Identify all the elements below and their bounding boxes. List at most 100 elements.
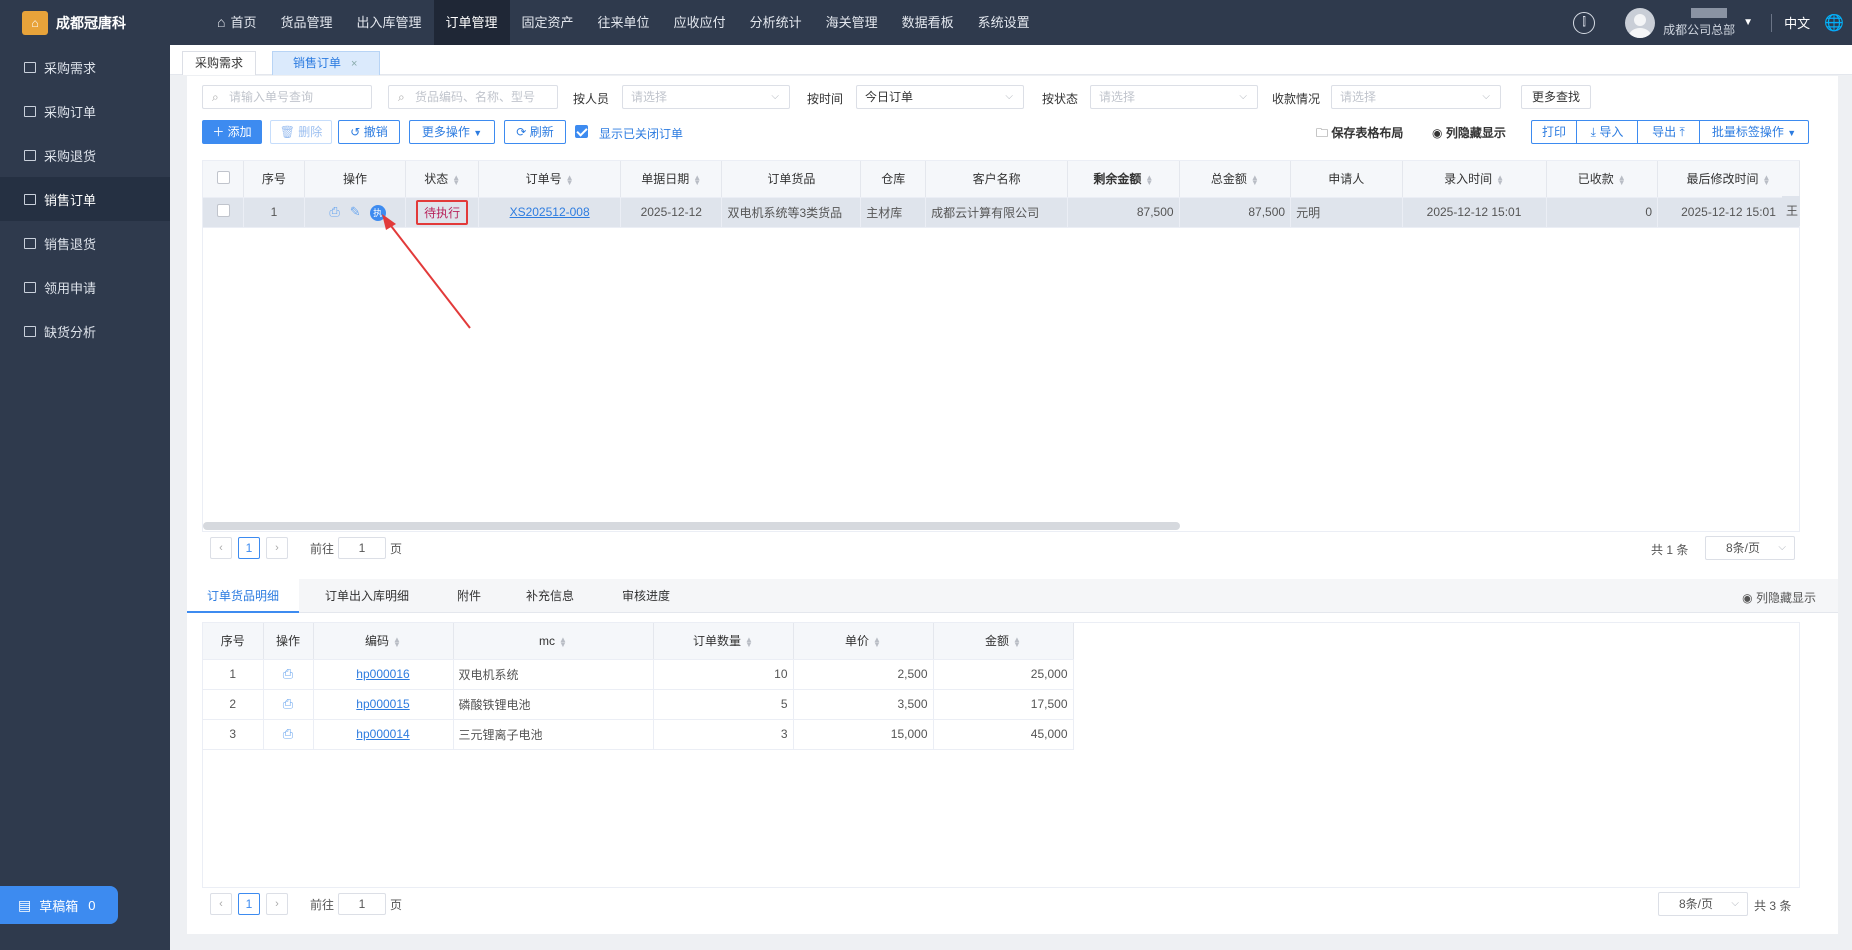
print-button[interactable]: 打印 [1531, 120, 1577, 144]
status-select[interactable]: 请选择 ⌵ [1090, 85, 1258, 109]
orders-page-size-select[interactable]: 8条/页 ⌵ [1705, 536, 1795, 560]
sidebar-item-shortage[interactable]: 缺货分析 [0, 309, 170, 353]
export-button[interactable]: 导出 ⤒ [1637, 120, 1700, 144]
caret-down-icon[interactable]: ▼ [1743, 17, 1753, 28]
nav-item-assets[interactable]: 固定资产 [510, 0, 586, 45]
col-header-entered[interactable]: 录入时间 ▲ ▼ [1402, 161, 1547, 198]
select-all-checkbox[interactable] [216, 170, 230, 184]
nav-item-analysis[interactable]: 分析统计 [738, 0, 814, 45]
nav-item-customs[interactable]: 海关管理 [814, 0, 890, 45]
col-header-mc[interactable]: mc ▲ ▼ [453, 623, 654, 660]
refresh-button[interactable]: ⟳ 刷新 [504, 120, 566, 144]
col-header-total[interactable]: 总金额 ▲ ▼ [1179, 161, 1292, 198]
batch-label-button[interactable]: 批量标签操作 ▼ [1699, 120, 1809, 144]
column-toggle-button[interactable]: ◉ 列隐藏显示 [1432, 124, 1506, 141]
more-ops-button[interactable]: 更多操作 ▼ [409, 120, 495, 144]
table-row[interactable]: 3 ⎙ hp000014 三元锂离子电池 3 15,000 45,000 [203, 719, 1074, 750]
payment-select[interactable]: 请选择 ⌵ [1331, 85, 1501, 109]
col-header-code[interactable]: 编码 ▲ ▼ [313, 623, 454, 660]
split-icon[interactable]: ⫿ [1573, 11, 1596, 34]
tab-attachments[interactable]: 附件 [437, 579, 501, 613]
goto-page-input[interactable]: 1 [338, 893, 387, 915]
applicant-cell: 元明 [1290, 197, 1403, 228]
col-header-remaining[interactable]: 剩余金额 ▲ ▼ [1067, 161, 1180, 198]
nav-item-inout[interactable]: 出入库管理 [345, 0, 434, 45]
tab-review-progress[interactable]: 审核进度 [602, 579, 690, 613]
edit-icon[interactable]: ✎ [350, 204, 361, 220]
detail-column-toggle[interactable]: ◉ 列隐藏显示 [1742, 589, 1816, 606]
language-switch[interactable]: 中文 [1784, 13, 1810, 32]
tab-extra-info[interactable]: 补充信息 [506, 579, 594, 613]
sidebar-item-sales-order[interactable]: 销售订单 [0, 177, 170, 221]
nav-item-settings[interactable]: 系统设置 [966, 0, 1042, 45]
nav-item-dashboard[interactable]: 数据看板 [890, 0, 966, 45]
nav-item-home[interactable]: ⌂ 首页 [205, 0, 268, 45]
table-row[interactable]: 2 ⎙ hp000015 磷酸铁锂电池 5 3,500 17,500 [203, 689, 1074, 720]
sidebar-item-purchase-order[interactable]: 采购订单 [0, 89, 170, 133]
prev-page-button[interactable]: ‹ [210, 537, 232, 559]
nav-item-goods[interactable]: 货品管理 [268, 0, 344, 45]
order-no-search-input[interactable]: ⌕ 请输入单号查询 [202, 85, 372, 109]
sidebar-item-requisition[interactable]: 领用申请 [0, 265, 170, 309]
sidebar-item-purchase-return[interactable]: 采购退货 [0, 133, 170, 177]
col-header-modified[interactable]: 最后修改时间 ▲ ▼ [1657, 161, 1800, 198]
tab-order-goods[interactable]: 订单货品明细 [187, 579, 300, 613]
goods-search-input[interactable]: ⌕ 货品编码、名称、型号 [388, 85, 558, 109]
show-closed-checkbox[interactable] [575, 125, 588, 138]
col-header-received[interactable]: 已收款 ▲ ▼ [1546, 161, 1658, 198]
actions-cell: ⎙ [263, 689, 314, 720]
globe-icon[interactable]: 🌐 [1824, 13, 1844, 33]
delete-button[interactable]: 🗑 删除 [270, 120, 332, 144]
goods-code-link[interactable]: hp000015 [356, 697, 409, 711]
order-no-link[interactable]: XS202512-008 [510, 205, 590, 219]
col-header-order-no[interactable]: 订单号 ▲ ▼ [478, 161, 622, 198]
sidebar-item-sales-return[interactable]: 销售退货 [0, 221, 170, 265]
tab-order-inout[interactable]: 订单出入库明细 [305, 579, 429, 613]
select-all-cell[interactable] [203, 161, 245, 198]
user-info[interactable]: 成都公司总部 [1663, 7, 1735, 38]
row-select-cell[interactable] [203, 197, 245, 228]
col-header-status[interactable]: 状态 ▲ ▼ [405, 161, 480, 198]
table-row[interactable]: 1 ⎙ hp000016 双电机系统 10 2,500 25,000 [203, 659, 1074, 690]
close-icon[interactable]: × [351, 58, 357, 70]
page-number[interactable]: 1 [238, 893, 260, 915]
print-icon[interactable]: ⎙ [283, 666, 293, 682]
user-avatar[interactable] [1625, 7, 1656, 38]
revoke-button[interactable]: ↺ 撤销 [338, 120, 400, 144]
tab-sales-order[interactable]: 销售订单 × [272, 51, 380, 75]
table-row[interactable]: 1 ⎙ ✎ 执 待执行 XS202512-008 2025-12-12 双电机系统等… [203, 197, 1800, 228]
page-number[interactable]: 1 [238, 537, 260, 559]
nav-item-partners[interactable]: 往来单位 [586, 0, 662, 45]
execute-icon[interactable]: 执 [369, 204, 386, 221]
next-page-button[interactable]: › [266, 537, 288, 559]
goods-code-link[interactable]: hp000016 [356, 667, 409, 681]
col-header-price[interactable]: 单价 ▲ ▼ [793, 623, 934, 660]
draft-box-button[interactable]: ▤ 草稿箱 0 [0, 886, 118, 924]
person-select[interactable]: 请选择 ⌵ [622, 85, 790, 109]
tab-purchase-demand[interactable]: 采购需求 [182, 51, 257, 75]
sidebar-item-purchase-demand[interactable]: 采购需求 [0, 45, 170, 89]
goods-code-link[interactable]: hp000014 [356, 727, 409, 741]
col-header-date[interactable]: 单据日期 ▲ ▼ [620, 161, 723, 198]
more-search-button[interactable]: 更多查找 [1521, 85, 1591, 109]
app-logo[interactable]: ⌂ 成都冠唐科 [0, 0, 170, 45]
print-icon[interactable]: ⎙ [283, 696, 293, 712]
details-page-size-select[interactable]: 8条/页 ⌵ [1658, 892, 1748, 916]
import-button[interactable]: ⤓ 导入 [1576, 120, 1638, 144]
show-closed-label[interactable]: 显示已关闭订单 [599, 125, 683, 142]
time-select[interactable]: 今日订单 ⌵ [856, 85, 1024, 109]
row-checkbox[interactable] [216, 204, 230, 217]
prev-page-button[interactable]: ‹ [210, 893, 232, 915]
nav-item-finance[interactable]: 应收应付 [662, 0, 738, 45]
goto-page-input[interactable]: 1 [338, 537, 387, 559]
col-header-qty[interactable]: 订单数量 ▲ ▼ [653, 623, 794, 660]
print-icon[interactable]: ⎙ [283, 726, 293, 742]
horizontal-scrollbar[interactable] [203, 522, 1180, 530]
next-page-button[interactable]: › [266, 893, 288, 915]
chevron-down-icon: ⌵ [1005, 91, 1013, 102]
add-button[interactable]: ＋ 添加 [202, 120, 262, 144]
col-header-amount[interactable]: 金额 ▲ ▼ [933, 623, 1074, 660]
save-layout-button[interactable]: 🗀 保存表格布局 [1316, 124, 1403, 145]
nav-item-orders[interactable]: 订单管理 [433, 0, 510, 45]
print-icon[interactable]: ⎙ [329, 204, 339, 220]
